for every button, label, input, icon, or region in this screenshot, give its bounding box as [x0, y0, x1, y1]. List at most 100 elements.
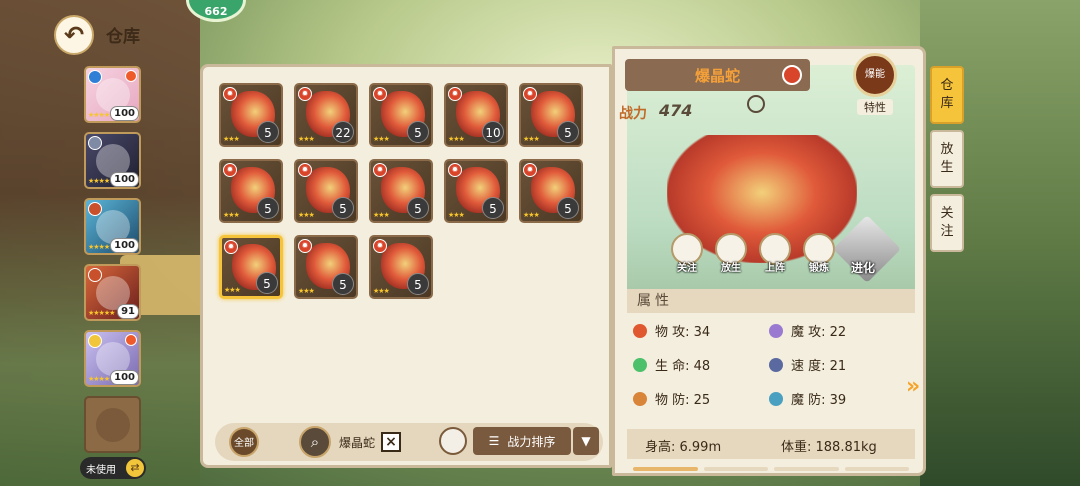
- fire-element-icon: ✹: [448, 87, 462, 101]
- back-button[interactable]: ↶: [54, 15, 94, 55]
- storage-item[interactable]: ✹ ★★★ 5: [294, 235, 358, 299]
- storage-item[interactable]: ✹ ★★★ 5: [369, 235, 433, 299]
- fire-element-icon: ✹: [523, 87, 537, 101]
- search-icon[interactable]: ⌕: [299, 426, 331, 458]
- storage-item[interactable]: ✹ ★★★ 5: [369, 159, 433, 223]
- bear-placeholder-icon: [96, 408, 130, 442]
- star-rating: ★★★: [448, 135, 465, 143]
- shield-icon: [633, 391, 647, 406]
- item-count: 5: [257, 121, 279, 143]
- trait-button[interactable]: 爆能: [853, 53, 897, 97]
- tab-storage[interactable]: 仓库: [930, 66, 964, 124]
- water-element-icon: [88, 70, 102, 84]
- team-slot[interactable]: ★★★★★ 91: [84, 264, 141, 321]
- release-button[interactable]: 放生: [711, 233, 751, 274]
- item-count: 5: [557, 121, 579, 143]
- fire-element-icon: ✹: [523, 163, 537, 177]
- follow-button[interactable]: 关注: [667, 233, 707, 274]
- unused-label: 未使用: [86, 464, 116, 476]
- team-slot-empty[interactable]: [84, 396, 141, 453]
- item-count: 5: [256, 272, 278, 294]
- attribute-magic-defense: 魔 防: 39: [769, 389, 846, 408]
- deploy-button[interactable]: 上阵: [755, 233, 795, 274]
- star-rating: ★★★★★: [88, 309, 115, 317]
- storage-item[interactable]: ✹ ★★★ 22: [294, 83, 358, 147]
- train-button[interactable]: 锻炼: [799, 233, 839, 274]
- storage-item[interactable]: ✹ ★★★ 5: [444, 159, 508, 223]
- fire-element-icon: ✹: [298, 163, 312, 177]
- fire-element-icon: ✹: [298, 239, 312, 253]
- size-info: 身高: 6.99m 体重: 188.81kg: [627, 429, 915, 459]
- storage-item[interactable]: ✹ ★★★ 5: [519, 83, 583, 147]
- team-slot[interactable]: ★★★★★ 100: [84, 198, 141, 255]
- sort-button[interactable]: ☰ 战力排序: [473, 427, 571, 455]
- item-count: 5: [332, 197, 354, 219]
- star-rating: ★★★: [298, 287, 315, 295]
- monster-name: 爆晶蛇: [694, 66, 740, 85]
- fire-element-icon: ✹: [224, 240, 238, 254]
- page-dot: [844, 467, 909, 471]
- level-badge: 100: [110, 172, 139, 187]
- monster-name-banner: 爆晶蛇: [625, 59, 810, 91]
- clear-search-button[interactable]: ×: [381, 432, 401, 452]
- star-rating: ★★★: [448, 211, 465, 219]
- fire-element-icon: ✹: [223, 163, 237, 177]
- star-rating: ★★★: [298, 211, 315, 219]
- page-indicator: [633, 467, 909, 471]
- team-slot[interactable]: ★★★★★ 100: [84, 66, 141, 123]
- next-page-arrow-icon[interactable]: »: [906, 374, 920, 399]
- star-rating: ★★★: [523, 211, 540, 219]
- item-count: 5: [407, 273, 429, 295]
- location-icon[interactable]: [747, 95, 765, 113]
- attributes-header: 属性: [627, 289, 915, 313]
- page-title: 仓库: [106, 27, 140, 47]
- heart-icon: [125, 70, 137, 82]
- evolve-button[interactable]: 进化: [851, 259, 875, 276]
- sword-icon: [633, 323, 647, 338]
- item-count: 10: [482, 121, 504, 143]
- power-label: 战力: [619, 106, 647, 122]
- page-dot: [774, 467, 839, 471]
- fire-element-icon: ✹: [298, 87, 312, 101]
- team-slot[interactable]: ★★★★★ 100: [84, 330, 141, 387]
- attribute-physical-attack: 物 攻: 34: [633, 321, 710, 340]
- fire-element-icon: ✹: [373, 239, 387, 253]
- menu-icon: ☰: [488, 434, 500, 448]
- star-rating: ★★★: [373, 135, 390, 143]
- storage-item[interactable]: ✹ ★★★ 5: [294, 159, 358, 223]
- back-arrow-icon: ↶: [63, 21, 85, 49]
- attribute-hp: 生 命: 48: [633, 355, 710, 374]
- filter-all-button[interactable]: 全部: [229, 427, 259, 457]
- trait-label: 特性: [857, 99, 893, 115]
- level-badge: 100: [110, 238, 139, 253]
- fire-element-icon: ✹: [223, 87, 237, 101]
- star-rating: ★★★: [224, 286, 241, 294]
- tab-release[interactable]: 放生: [930, 130, 964, 188]
- storage-item[interactable]: ✹ ★★★ 5: [519, 159, 583, 223]
- storage-item[interactable]: ✹ ★★★ 5: [369, 83, 433, 147]
- heart-icon: [633, 357, 647, 372]
- team-slot[interactable]: ★★★★★ 100: [84, 132, 141, 189]
- unused-toggle[interactable]: 未使用 ⇄: [80, 457, 146, 479]
- sort-label: 战力排序: [507, 434, 556, 449]
- star-rating: ★★★: [223, 135, 240, 143]
- fire-element-icon: [782, 65, 802, 85]
- star-rating: ★★★: [298, 135, 315, 143]
- light-element-icon: [88, 334, 102, 348]
- item-count: 5: [332, 273, 354, 295]
- tab-follow[interactable]: 关注: [930, 194, 964, 252]
- chevron-down-icon[interactable]: ▼: [573, 427, 599, 455]
- attribute-speed: 速 度: 21: [769, 355, 846, 374]
- level-badge: 100: [110, 106, 139, 121]
- fire-element-icon: ✹: [448, 163, 462, 177]
- storage-item[interactable]: ✹ ★★★ 5: [219, 83, 283, 147]
- weight-value: 体重: 188.81kg: [781, 440, 877, 455]
- power-value: 474: [659, 101, 693, 120]
- detail-panel: 爆晶蛇 战力 474 爆能 特性 关注 放生 上阵 锻炼 进化 属性 物 攻: …: [612, 46, 926, 476]
- search-text[interactable]: 爆晶蛇: [339, 434, 375, 451]
- storage-item-selected[interactable]: ✹ ★★★ 5: [219, 235, 283, 299]
- storage-item[interactable]: ✹ ★★★ 10: [444, 83, 508, 147]
- attribute-physical-defense: 物 防: 25: [633, 389, 710, 408]
- storage-item[interactable]: ✹ ★★★ 5: [219, 159, 283, 223]
- item-count: 5: [482, 197, 504, 219]
